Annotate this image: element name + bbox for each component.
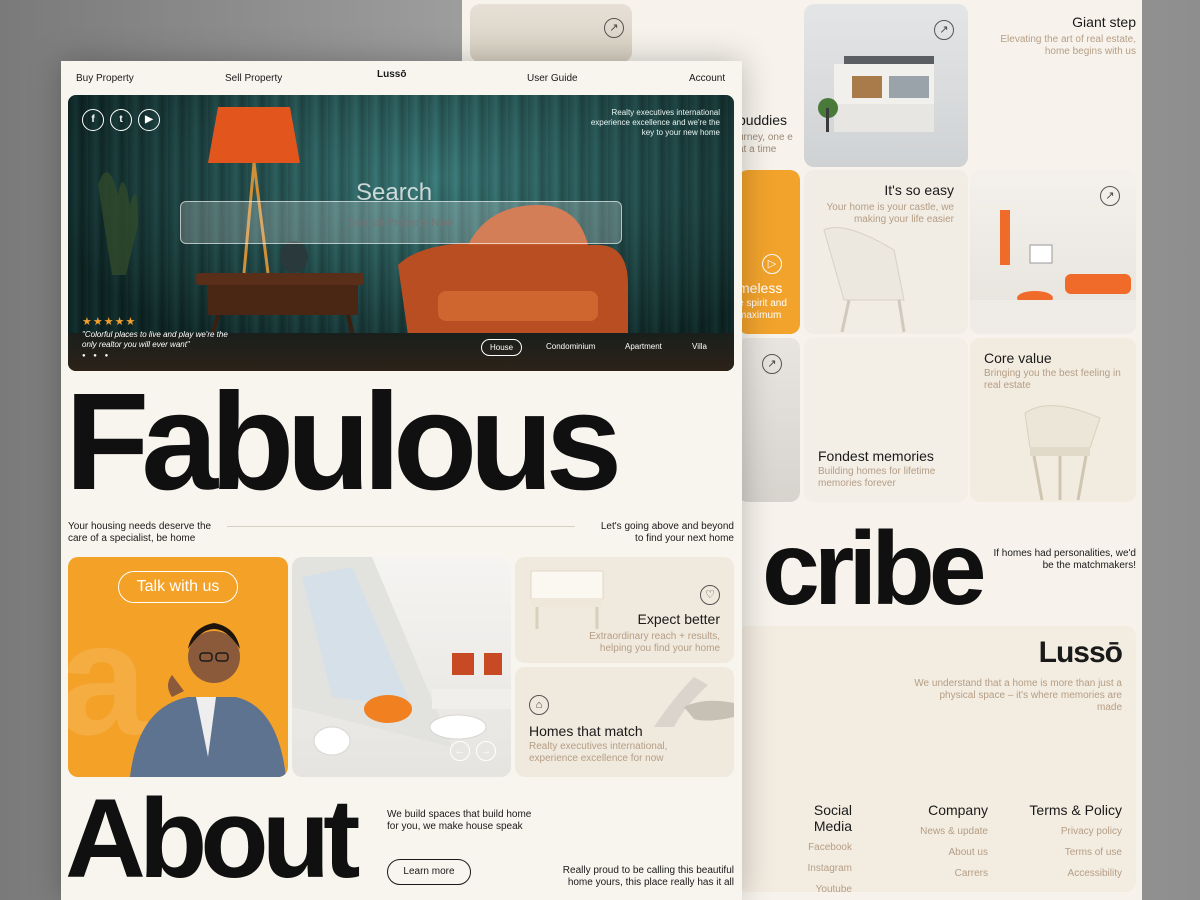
timeless-card[interactable]: ▷ meless e spirit and maximum [738, 170, 800, 334]
sub-right-text: Let's going above and beyond to find you… [600, 521, 734, 544]
top-left-image-card[interactable]: ↗ [470, 4, 632, 62]
tab-house[interactable]: House [481, 339, 523, 356]
footer-link-accessibility[interactable]: Accessibility [1002, 868, 1122, 880]
footer-col-company: Company News & update About us Carrers [888, 802, 988, 880]
tab-apartment[interactable]: Apartment [617, 339, 670, 354]
living-room-card[interactable]: ↗ [970, 170, 1136, 334]
buddies-title: buddies [738, 112, 788, 128]
fondest-card[interactable]: Fondest memories Building homes for life… [804, 338, 968, 502]
prev-arrow-icon[interactable]: ← [450, 741, 470, 761]
nav-sell-property[interactable]: Sell Property [225, 73, 282, 84]
sub-left-text: Your housing needs deserve the care of a… [68, 521, 212, 544]
giant-step-sub: Elevating the art of real estate, home b… [1000, 34, 1136, 57]
footer-desc: We understand that a home is more than j… [914, 678, 1122, 713]
divider-line [227, 526, 575, 527]
footer-link-careers[interactable]: Carrers [888, 868, 988, 880]
learn-more-button[interactable]: Learn more [387, 859, 471, 885]
footer-link-privacy[interactable]: Privacy policy [1002, 826, 1122, 838]
footer-link-news[interactable]: News & update [888, 826, 988, 838]
footer-col-terms: Terms & Policy Privacy policy Terms of u… [1002, 802, 1122, 880]
house-image-card[interactable]: ↗ [804, 4, 968, 167]
homes-match-card[interactable]: ⌂ Homes that match Realty executives int… [515, 667, 734, 777]
headline-fabulous: Fabulous [65, 365, 622, 519]
talk-card: a Talk with us [68, 557, 288, 777]
rating-stars: ★★★★★ [82, 316, 137, 328]
arrow-icon[interactable]: ↗ [604, 18, 624, 38]
handshake-illustration [654, 677, 734, 727]
footer-link-terms[interactable]: Terms of use [1002, 847, 1122, 859]
giant-step-title: Giant step [1072, 14, 1136, 30]
core-value-card[interactable]: Core value Bringing you the best feeling… [970, 338, 1136, 502]
room-image-card: ← → [292, 557, 511, 777]
giant-step-block: Giant step Elevating the art of real est… [978, 14, 1136, 58]
easy-card[interactable]: It's so easy Your home is your castle, w… [804, 170, 968, 334]
footer-card: Lussō We understand that a home is more … [738, 626, 1136, 892]
timeless-title: meless [738, 280, 783, 296]
top-nav: Buy Property Sell Property Lussō User Gu… [61, 61, 742, 95]
agent-photo [130, 623, 286, 777]
next-arrow-icon[interactable]: → [476, 741, 496, 761]
arrow-icon[interactable]: ↗ [762, 354, 782, 374]
front-page: Buy Property Sell Property Lussō User Gu… [61, 61, 742, 900]
fondest-title: Fondest memories [818, 448, 934, 464]
bench-illustration [530, 570, 604, 629]
tab-villa[interactable]: Villa [684, 339, 715, 354]
wire-chair-illustration [1024, 405, 1101, 501]
expect-sub: Extraordinary reach + results, helping y… [589, 631, 720, 654]
footer-logo[interactable]: Lussō [1039, 636, 1123, 670]
match-title: Homes that match [529, 723, 643, 739]
twitter-icon[interactable]: t [110, 109, 132, 131]
footer-col-social: Social Media Facebook Instagram Youtube [772, 802, 852, 892]
brand-logo[interactable]: Lussō [377, 69, 406, 80]
interior-partial-card[interactable]: ↗ [738, 338, 800, 502]
home-icon[interactable]: ⌂ [529, 695, 549, 715]
fondest-sub: Building homes for lifetime memories for… [818, 466, 936, 489]
arrow-icon[interactable]: ↗ [1100, 186, 1120, 206]
buddies-block: buddies urney, one e at a time [738, 112, 798, 156]
personality-text: If homes had personalities, we'd be the … [993, 548, 1136, 571]
carousel-dots[interactable]: ● ● ● [82, 353, 111, 359]
footer-link-about[interactable]: About us [888, 847, 988, 859]
footer-col-title: Social Media [813, 802, 852, 834]
arrow-icon[interactable]: ↗ [934, 20, 954, 40]
hero-tagline: Realty executives international experien… [590, 108, 720, 137]
match-sub: Realty executives international, experie… [529, 741, 668, 764]
buddies-sub: urney, one e at a time [738, 132, 793, 155]
hero-banner: f t ▶ Realty executives international ex… [68, 95, 734, 371]
expect-better-card[interactable]: ♡ Expect better Extraordinary reach + re… [515, 557, 734, 663]
footer-link-youtube[interactable]: Youtube [772, 884, 852, 892]
play-icon[interactable]: ▷ [762, 254, 782, 274]
nav-account[interactable]: Account [689, 73, 725, 84]
tab-condominium[interactable]: Condominium [538, 339, 603, 354]
nav-user-guide[interactable]: User Guide [527, 73, 578, 84]
youtube-icon[interactable]: ▶ [138, 109, 160, 131]
footer-link-facebook[interactable]: Facebook [772, 842, 852, 854]
proud-text: Really proud to be calling this beautifu… [562, 865, 734, 888]
expect-title: Expect better [637, 611, 721, 627]
search-input[interactable] [180, 201, 622, 244]
testimonial-quote: "Colorful places to live and play we're … [82, 330, 228, 349]
heart-icon[interactable]: ♡ [700, 585, 720, 605]
footer-col-title: Company [928, 802, 988, 818]
describe-heading: cribe [762, 511, 987, 627]
facebook-icon[interactable]: f [82, 109, 104, 131]
about-heading: About [65, 776, 360, 900]
nav-buy-property[interactable]: Buy Property [76, 73, 134, 84]
footer-link-instagram[interactable]: Instagram [772, 863, 852, 875]
timeless-sub: e spirit and maximum [738, 298, 787, 321]
white-chair-illustration [823, 227, 906, 333]
about-desc: We build spaces that build home for you,… [387, 809, 532, 832]
footer-col-title: Terms & Policy [1029, 802, 1122, 818]
